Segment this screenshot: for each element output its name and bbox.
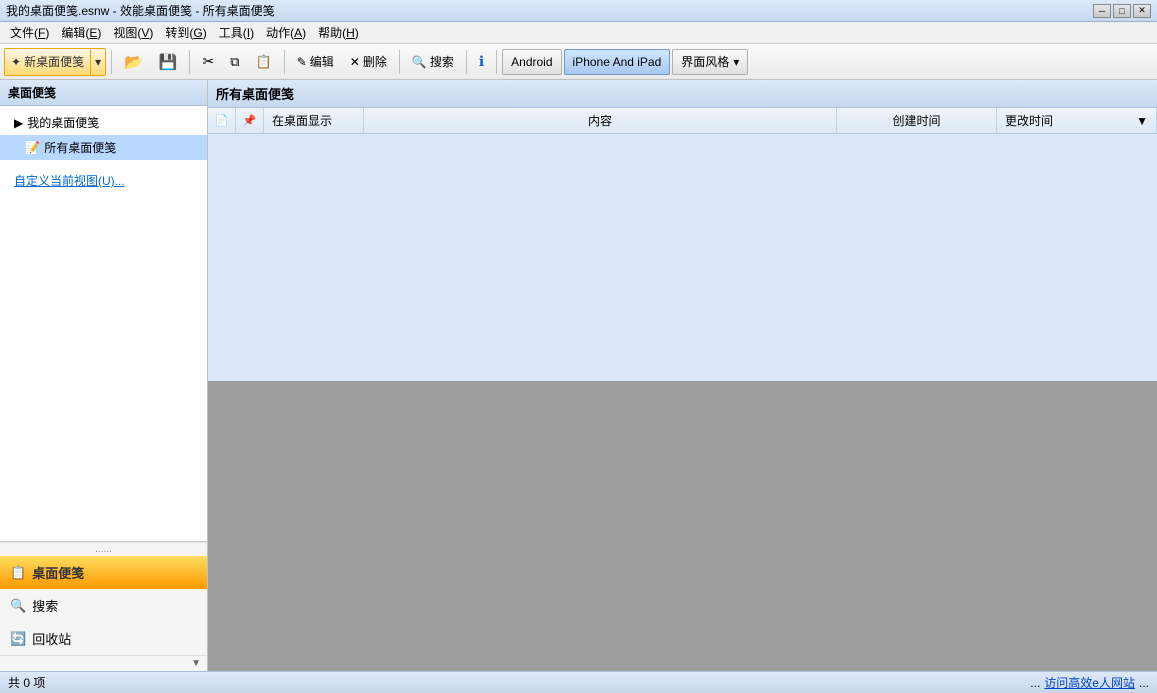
menu-edit[interactable]: 编辑(E)	[55, 22, 107, 43]
sidebar-header: 桌面便笺	[0, 80, 207, 106]
col-header-modified[interactable]: 更改时间 ▼	[997, 108, 1157, 133]
folder-icon: 📂	[124, 53, 143, 71]
style-dropdown[interactable]: 界面风格 ▾	[672, 49, 748, 75]
menu-tools[interactable]: 工具(I)	[213, 22, 260, 43]
nav-item-notes[interactable]: 📋 桌面便笺	[0, 556, 207, 589]
nav-item-trash[interactable]: 🔄 回收站	[0, 622, 207, 655]
col-header-display[interactable]: 在桌面显示	[264, 108, 364, 133]
separator-1	[111, 50, 112, 74]
toolbar: ✦ 新桌面便笺 ▾ 📂 💾 ✂ ⧉ 📋 ✎ 编辑 ✕ 删除 🔍 搜索 ℹ	[0, 44, 1157, 80]
col-pinned-symbol: 📌	[243, 114, 257, 127]
dropdown-arrow-icon: ▾	[95, 55, 101, 69]
status-right: ... 访问高效e人网站 ...	[1030, 674, 1149, 691]
content-panel: 所有桌面便笺 📄 📌 在桌面显示 内容 创建时间	[208, 80, 1157, 671]
restore-button[interactable]: □	[1113, 4, 1131, 18]
window-controls: ─ □ ✕	[1093, 4, 1151, 18]
notes-nav-icon: 📋	[10, 565, 26, 581]
separator-5	[466, 50, 467, 74]
menu-goto[interactable]: 转到(G)	[159, 22, 212, 43]
preview-pane	[208, 381, 1157, 671]
sidebar-item-allnotes[interactable]: 📝 所有桌面便笺	[0, 135, 207, 160]
table-header: 📄 📌 在桌面显示 内容 创建时间 更改时间 ▼	[208, 108, 1157, 134]
separator-4	[399, 50, 400, 74]
edit-button[interactable]: ✎ 编辑	[290, 48, 341, 76]
search-icon: 🔍	[412, 55, 427, 69]
cut-icon: ✂	[202, 53, 214, 70]
search-button[interactable]: 🔍 搜索	[405, 48, 461, 76]
menu-bar: 文件(F) 编辑(E) 视图(V) 转到(G) 工具(I) 动作(A) 帮助(H…	[0, 22, 1157, 44]
sidebar: 桌面便笺 ▶ 我的桌面便笺 📝 所有桌面便笺 自定义当前视图(U)... ...…	[0, 80, 208, 671]
content-header: 所有桌面便笺	[208, 80, 1157, 108]
trash-nav-icon: 🔄	[10, 631, 26, 647]
menu-help[interactable]: 帮助(H)	[312, 22, 365, 43]
sidebar-content: ▶ 我的桌面便笺 📝 所有桌面便笺 自定义当前视图(U)...	[0, 106, 207, 541]
info-icon: ℹ	[479, 53, 484, 70]
separator-3	[284, 50, 285, 74]
delete-icon: ✕	[350, 55, 360, 69]
sidebar-scroll-down-icon[interactable]: ▼	[191, 658, 201, 669]
cut-button[interactable]: ✂	[195, 48, 221, 76]
edit-icon: ✎	[297, 55, 307, 69]
copy-button[interactable]: ⧉	[223, 48, 246, 76]
col-header-content[interactable]: 内容	[364, 108, 837, 133]
col-sort-icon: ▼	[1136, 114, 1148, 128]
title-bar: 我的桌面便笺.esnw - 效能桌面便笺 - 所有桌面便笺 ─ □ ✕	[0, 0, 1157, 22]
new-note-button[interactable]: ✦ 新桌面便笺	[5, 48, 91, 76]
table-body	[208, 134, 1157, 381]
customize-view-link[interactable]: 自定义当前视图(U)...	[0, 168, 207, 193]
folder-closed-icon: ▶	[14, 116, 23, 130]
menu-action[interactable]: 动作(A)	[260, 22, 312, 43]
new-dropdown-button[interactable]: ▾	[91, 48, 105, 76]
col-icon-symbol: 📄	[215, 114, 229, 127]
status-separator: ...	[1030, 676, 1040, 690]
menu-file[interactable]: 文件(F)	[4, 22, 55, 43]
status-website-link[interactable]: 访问高效e人网站	[1044, 674, 1135, 691]
separator-6	[496, 50, 497, 74]
android-button[interactable]: Android	[502, 49, 561, 75]
save-button[interactable]: 💾	[152, 48, 185, 76]
save-icon: 💾	[159, 53, 178, 71]
info-button[interactable]: ℹ	[472, 48, 491, 76]
main-area: 桌面便笺 ▶ 我的桌面便笺 📝 所有桌面便笺 自定义当前视图(U)... ...…	[0, 80, 1157, 671]
minimize-button[interactable]: ─	[1093, 4, 1111, 18]
nav-scroll-indicator: ......	[0, 542, 207, 556]
status-extra-icon: ...	[1139, 676, 1149, 690]
new-icon: ✦	[11, 55, 21, 69]
copy-icon: ⧉	[230, 54, 239, 70]
sidebar-bottom: ...... 📋 桌面便笺 🔍 搜索 🔄 回收站 ▼	[0, 541, 207, 671]
menu-view[interactable]: 视图(V)	[107, 22, 159, 43]
search-nav-icon: 🔍	[10, 598, 26, 614]
title-text: 我的桌面便笺.esnw - 效能桌面便笺 - 所有桌面便笺	[6, 2, 275, 19]
delete-button[interactable]: ✕ 删除	[343, 48, 394, 76]
col-header-created[interactable]: 创建时间	[837, 108, 997, 133]
paste-button[interactable]: 📋	[249, 48, 279, 76]
nav-item-search[interactable]: 🔍 搜索	[0, 589, 207, 622]
table-area[interactable]: 📄 📌 在桌面显示 内容 创建时间 更改时间 ▼	[208, 108, 1157, 381]
open-button[interactable]: 📂	[117, 48, 150, 76]
col-header-pinned[interactable]: 📌	[236, 108, 264, 133]
notes-icon: 📝	[24, 140, 40, 156]
status-bar: 共 0 项 ... 访问高效e人网站 ...	[0, 671, 1157, 693]
separator-2	[189, 50, 190, 74]
status-count: 共 0 项	[8, 674, 45, 691]
dropdown-chevron-icon: ▾	[733, 55, 739, 69]
iphone-button[interactable]: iPhone And iPad	[564, 49, 671, 75]
paste-icon: 📋	[256, 54, 272, 70]
sidebar-item-mynotebook[interactable]: ▶ 我的桌面便笺	[0, 110, 207, 135]
close-button[interactable]: ✕	[1133, 4, 1151, 18]
col-header-icon[interactable]: 📄	[208, 108, 236, 133]
